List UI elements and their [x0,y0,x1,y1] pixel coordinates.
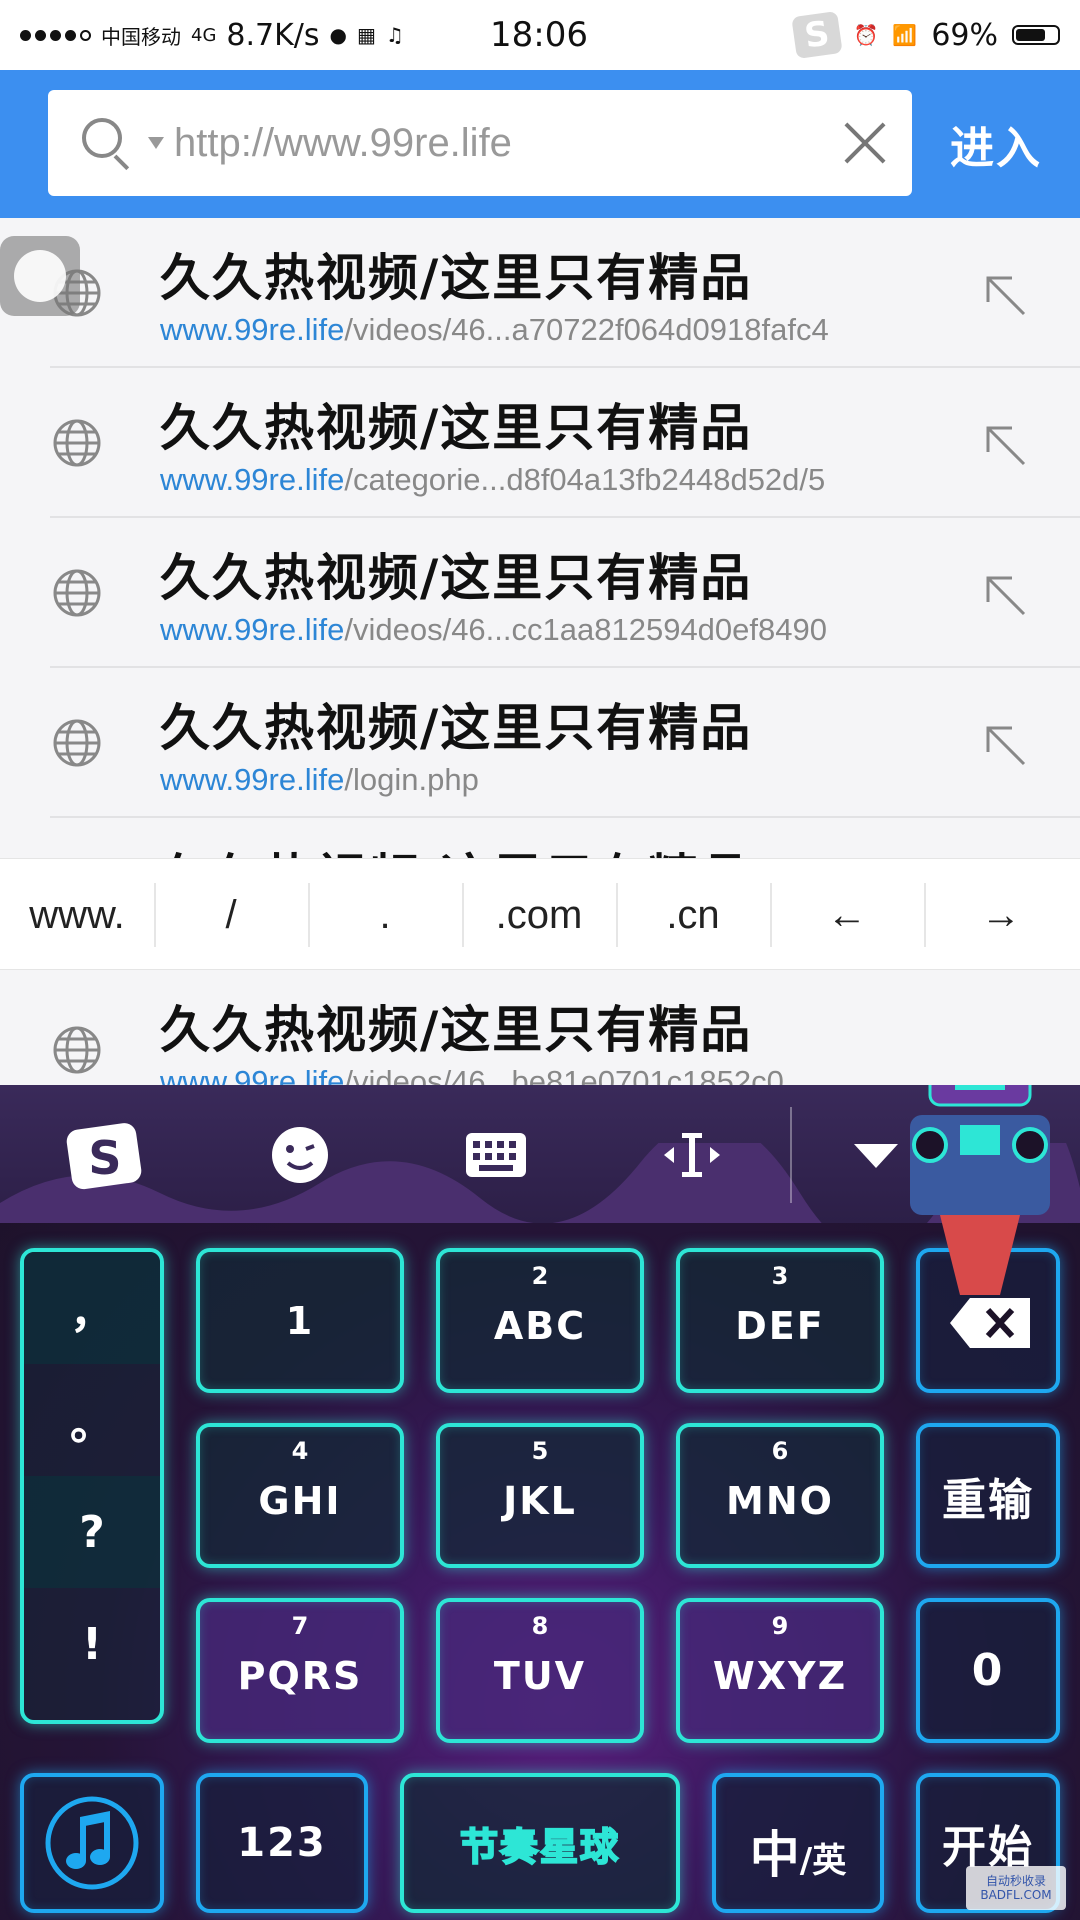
key-6-mno[interactable]: 6 MNO [676,1423,884,1568]
cursor-right-arrow-icon[interactable]: → [924,859,1078,971]
floating-assistive-ball[interactable] [0,236,80,316]
key-8-tuv[interactable]: 8 TUV [436,1598,644,1743]
suggestion-title: 久久热视频/这里只有精品 [160,249,753,307]
signal-strength-icon [20,29,91,41]
globe-icon [53,1026,101,1074]
robot-mascot-icon: ♫ ♫ [910,1085,1050,1295]
quick-key-com[interactable]: .com [462,859,616,971]
list-item[interactable]: 久久热视频/这里只有精品 www.99re.life/login.php [0,668,1080,818]
music-button[interactable] [20,1773,164,1913]
svg-text:S: S [88,1131,121,1185]
clock: 18:06 [490,15,588,55]
quick-key-www[interactable]: www. [0,859,154,971]
url-input[interactable] [174,120,842,166]
dropdown-caret-icon[interactable] [148,137,164,149]
suggestion-url: www.99re.life/videos/46...be81e0701c1852… [160,1064,784,1085]
carrier-name: 中国移动 [101,24,181,49]
cursor-left-arrow-icon[interactable]: ← [770,859,924,971]
message-icon: ● [329,23,347,47]
sogou-logo-icon[interactable]: S [55,1105,155,1205]
retype-button[interactable]: 重输 [916,1423,1060,1568]
search-icon [82,118,132,171]
punctuation-column: ， 。 ? ! [20,1248,164,1724]
number-mode-button[interactable]: 123 [196,1773,368,1913]
wifi-icon: 📶 [892,23,918,47]
alarm-icon: ⏰ [853,23,879,47]
fill-arrow-icon[interactable] [980,720,1030,770]
address-bar-header: 进入 [0,70,1080,218]
fill-arrow-icon[interactable] [980,270,1030,320]
suggestion-url: www.99re.life/categorie...d8f04a13fb2448… [160,462,826,497]
keyboard-icon[interactable] [446,1105,546,1205]
quick-key-cn[interactable]: .cn [616,859,770,971]
cursor-icon[interactable] [642,1105,742,1205]
quick-key-dot[interactable]: . [308,859,462,971]
key-0[interactable]: 0 [916,1598,1060,1743]
quick-key-slash[interactable]: / [154,859,308,971]
punct-key-question[interactable]: ? [24,1476,160,1588]
key-1[interactable]: 1 [196,1248,404,1393]
list-item[interactable]: 久久热视频/这里只有精品 www.99re.life/categorie...d… [0,368,1080,518]
key-5-jkl[interactable]: 5 JKL [436,1423,644,1568]
punct-key-period[interactable]: 。 [24,1364,160,1476]
suggestion-url: www.99re.life/login.php [160,762,479,797]
space-key[interactable]: 节奏星球 [400,1773,680,1913]
network-speed: 8.7K/s [226,17,320,53]
globe-icon [53,419,101,467]
suggestion-list: 久久热视频/这里只有精品 www.99re.life/videos/46...a… [0,218,1080,858]
punct-key-comma[interactable]: ， [24,1252,160,1364]
list-item[interactable]: 久久热视频/这里只有精品 www.99re.life/videos/46...c… [0,518,1080,668]
battery-icon [1012,25,1060,45]
key-3-def[interactable]: 3 DEF [676,1248,884,1393]
battery-percent: 69% [931,17,998,53]
suggestion-title: 久久热视频/这里只有精品 [160,549,753,607]
watermark: 自动秒收录 BADFL.COM [966,1866,1066,1910]
globe-icon [53,569,101,617]
status-bar: 中国移动 4G 8.7K/s ● ▦ ♫ 18:06 S ⏰ 📶 69% [0,0,1080,70]
network-type: 4G [191,24,217,46]
sogou-status-icon: S [790,11,843,59]
fill-arrow-icon[interactable] [980,570,1030,620]
clear-icon[interactable] [842,120,888,166]
grid-icon: ▦ [356,23,376,47]
suggestion-url: www.99re.life/videos/46...cc1aa812594d0e… [160,612,827,647]
bell-icon: ♫ [385,23,404,47]
key-7-pqrs[interactable]: 7 PQRS [196,1598,404,1743]
language-switch-button[interactable]: 中/英 [712,1773,884,1913]
list-item[interactable]: 久久热视频/这里只有精品 www.99re.life/videos/46...b… [0,970,1080,1085]
list-item[interactable]: 久久热视频/这里只有精品 [0,818,1080,858]
suggestion-title: 久久热视频/这里只有精品 [160,399,753,457]
fill-arrow-icon[interactable] [980,420,1030,470]
enter-button[interactable]: 进入 [912,70,1080,218]
list-item[interactable]: 久久热视频/这里只有精品 www.99re.life/videos/46...a… [0,218,1080,368]
suggestion-title: 久久热视频/这里只有精品 [160,838,752,858]
key-2-abc[interactable]: 2 ABC [436,1248,644,1393]
address-box[interactable] [48,90,912,196]
suggestion-url: www.99re.life/videos/46...a70722f064d091… [160,312,829,347]
ime-keyboard: S ， 。 ? ! 1 2 ABC 3 DEF 4 GHI 5 JKL 6 MN… [0,1085,1080,1920]
music-note-icon [45,1796,139,1890]
emoji-icon[interactable] [250,1105,350,1205]
globe-icon [53,719,101,767]
url-quick-input-bar: www. / . .com .cn ← → [0,858,1080,970]
key-9-wxyz[interactable]: 9 WXYZ [676,1598,884,1743]
key-4-ghi[interactable]: 4 GHI [196,1423,404,1568]
punct-key-exclaim[interactable]: ! [24,1588,160,1700]
suggestion-title: 久久热视频/这里只有精品 [160,699,753,757]
suggestion-title: 久久热视频/这里只有精品 [160,1001,753,1059]
suggestion-list-continued: 久久热视频/这里只有精品 www.99re.life/videos/46...b… [0,970,1080,1085]
